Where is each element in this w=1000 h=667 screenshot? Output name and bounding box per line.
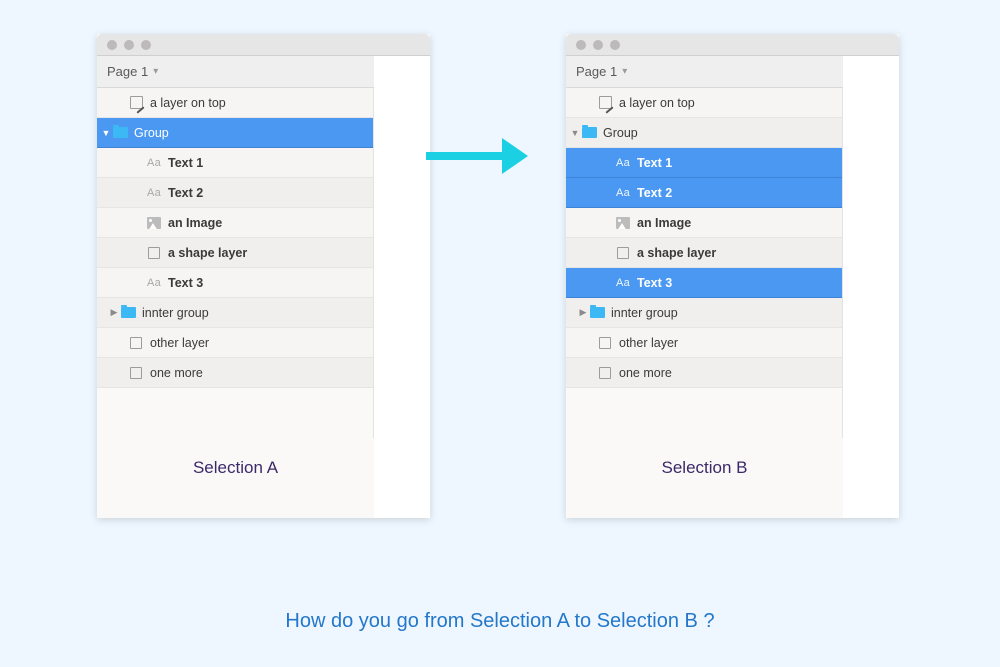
layer-row[interactable]: Aa Text 3 — [566, 268, 842, 298]
layer-row[interactable]: a layer on top — [566, 88, 842, 118]
image-icon — [147, 217, 161, 229]
shape-icon — [599, 337, 611, 349]
layer-label: other layer — [150, 336, 209, 350]
disclosure-triangle-icon[interactable]: ▶ — [109, 307, 119, 318]
shape-icon — [599, 367, 611, 379]
arrow-icon — [426, 152, 506, 160]
disclosure-triangle-icon[interactable]: ▼ — [101, 128, 111, 138]
text-layer-icon: Aa — [147, 277, 161, 289]
layer-label: Text 2 — [637, 186, 672, 200]
layer-label: a shape layer — [637, 246, 716, 260]
layer-label: Text 1 — [637, 156, 672, 170]
layer-label: one more — [619, 366, 672, 380]
layer-row[interactable]: Aa Text 2 — [566, 178, 842, 208]
chevron-down-icon: ▾ — [153, 66, 158, 77]
layer-row[interactable]: a layer on top — [97, 88, 373, 118]
layer-row[interactable]: one more — [97, 358, 373, 388]
titlebar — [97, 34, 430, 56]
shape-icon — [617, 247, 629, 259]
layer-label: Text 3 — [168, 276, 203, 290]
layer-label: a layer on top — [619, 96, 695, 110]
layer-label: innter group — [611, 306, 678, 320]
shape-icon — [130, 367, 142, 379]
disclosure-triangle-icon[interactable]: ▼ — [570, 128, 580, 138]
layer-label: Text 2 — [168, 186, 203, 200]
layer-list: a layer on top ▼ Group Aa Text 1 Aa Text 2 an I… — [566, 88, 843, 438]
text-layer-icon: Aa — [616, 277, 630, 289]
layer-row[interactable]: one more — [566, 358, 842, 388]
canvas-area — [374, 56, 430, 518]
layer-row[interactable]: a shape layer — [97, 238, 373, 268]
traffic-light-minimize-icon[interactable] — [124, 40, 134, 50]
traffic-light-zoom-icon[interactable] — [610, 40, 620, 50]
layer-row[interactable]: Aa Text 1 — [566, 148, 842, 178]
disclosure-triangle-icon[interactable]: ▶ — [578, 307, 588, 318]
layer-label: innter group — [142, 306, 209, 320]
layer-row[interactable]: Aa Text 3 — [97, 268, 373, 298]
page-label: Page 1 — [576, 64, 617, 79]
titlebar — [566, 34, 899, 56]
layer-row[interactable]: an Image — [566, 208, 842, 238]
panel-caption: Selection B — [566, 458, 843, 478]
text-layer-icon: Aa — [147, 157, 161, 169]
layer-label: Group — [603, 126, 638, 140]
layer-label: one more — [150, 366, 203, 380]
text-layer-icon: Aa — [616, 187, 630, 199]
artboard-icon — [130, 96, 143, 109]
layer-row[interactable]: ▼ Group — [97, 118, 373, 148]
canvas-area — [843, 56, 899, 518]
layer-row[interactable]: ▶ innter group — [97, 298, 373, 328]
text-layer-icon: Aa — [616, 157, 630, 169]
artboard-icon — [599, 96, 612, 109]
image-icon — [616, 217, 630, 229]
text-layer-icon: Aa — [147, 187, 161, 199]
panel-caption: Selection A — [97, 458, 374, 478]
layer-row[interactable]: an Image — [97, 208, 373, 238]
question-text: How do you go from Selection A to Select… — [0, 610, 1000, 633]
layer-label: Text 3 — [637, 276, 672, 290]
layer-list: a layer on top ▼ Group Aa Text 1 Aa Text 2 an I… — [97, 88, 374, 438]
traffic-light-close-icon[interactable] — [107, 40, 117, 50]
layer-row[interactable]: other layer — [97, 328, 373, 358]
layer-row[interactable]: Aa Text 1 — [97, 148, 373, 178]
layer-row[interactable]: ▶ innter group — [566, 298, 842, 328]
layer-row[interactable]: Aa Text 2 — [97, 178, 373, 208]
layer-label: an Image — [637, 216, 691, 230]
panel-a: Page 1 ▾ ▾ a layer on top▼GroupAaText 1A… — [97, 34, 430, 518]
traffic-light-close-icon[interactable] — [576, 40, 586, 50]
traffic-light-minimize-icon[interactable] — [593, 40, 603, 50]
layer-label: Text 1 — [168, 156, 203, 170]
layer-label: a layer on top — [150, 96, 226, 110]
layer-row[interactable]: ▼ Group — [566, 118, 842, 148]
layer-label: an Image — [168, 216, 222, 230]
layer-label: Group — [134, 126, 169, 140]
folder-icon — [590, 307, 605, 318]
folder-icon — [121, 307, 136, 318]
traffic-light-zoom-icon[interactable] — [141, 40, 151, 50]
layer-label: a shape layer — [168, 246, 247, 260]
chevron-down-icon: ▾ — [622, 66, 627, 77]
folder-icon — [113, 127, 128, 138]
layer-row[interactable]: a shape layer — [566, 238, 842, 268]
panel-b: Page 1 ▾ ▾ a layer on top▼GroupAaText 1A… — [566, 34, 899, 518]
folder-icon — [582, 127, 597, 138]
shape-icon — [148, 247, 160, 259]
page-label: Page 1 — [107, 64, 148, 79]
layer-label: other layer — [619, 336, 678, 350]
layer-row[interactable]: other layer — [566, 328, 842, 358]
shape-icon — [130, 337, 142, 349]
